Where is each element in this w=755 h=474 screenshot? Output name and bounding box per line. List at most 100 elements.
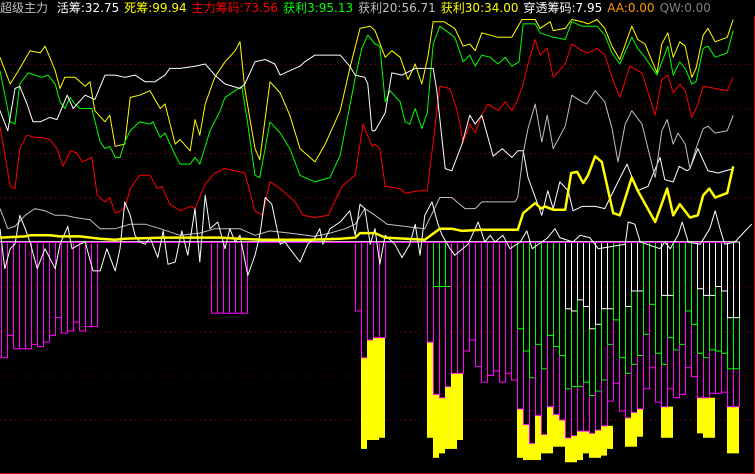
- bar-magenta: [211, 241, 218, 314]
- bar-white: [661, 241, 668, 296]
- legend-value: 73.56: [243, 1, 279, 15]
- bar-magenta: [481, 241, 488, 383]
- bar-green: [715, 241, 722, 352]
- bar-magenta: [679, 241, 686, 395]
- bar-green: [541, 241, 548, 370]
- bar-yellow-fill: [703, 397, 709, 438]
- bar-white: [607, 241, 614, 310]
- legend-item: 获利3:95.13: [283, 1, 353, 15]
- bar-white: [625, 241, 632, 308]
- legend-item: 死筹:99.94: [124, 1, 186, 15]
- bar-yellow-fill: [373, 337, 379, 441]
- bar-yellow-fill: [553, 414, 559, 447]
- bar-magenta: [25, 241, 32, 350]
- bar-white: [577, 241, 584, 301]
- bar-green: [559, 241, 566, 356]
- bar-green: [631, 241, 638, 365]
- bar-magenta: [733, 241, 740, 408]
- bar-yellow-fill: [577, 431, 583, 461]
- bar-magenta: [1, 241, 8, 359]
- bar-green: [709, 241, 716, 351]
- legend-label: AA:: [607, 1, 628, 15]
- legend-item: AA:0.00: [607, 1, 654, 15]
- bar-green: [565, 241, 572, 390]
- bar-magenta: [631, 241, 638, 413]
- bar-magenta: [667, 241, 674, 390]
- bar-magenta: [229, 241, 236, 314]
- bar-green: [661, 241, 668, 365]
- bar-magenta: [19, 241, 26, 350]
- bar-magenta: [433, 241, 440, 395]
- bar-magenta: [619, 241, 626, 412]
- bar-yellow-fill: [661, 406, 667, 438]
- bar-white: [715, 241, 722, 287]
- bar-green: [697, 241, 704, 354]
- bar-green: [589, 241, 596, 397]
- bar-green: [655, 241, 662, 354]
- bar-yellow-fill: [451, 373, 457, 449]
- bar-green: [601, 241, 608, 381]
- legend-label: 获利3:: [283, 1, 319, 15]
- legend-label: QW:: [659, 1, 685, 15]
- bar-magenta: [577, 241, 584, 432]
- series-line-获利20: [0, 90, 734, 237]
- bar-yellow-fill: [583, 431, 589, 454]
- bar-green: [571, 241, 578, 388]
- bar-magenta: [37, 241, 44, 348]
- bar-white: [721, 241, 728, 292]
- bar-magenta: [49, 241, 56, 336]
- bar-yellow-fill: [625, 417, 631, 447]
- bar-magenta: [475, 241, 482, 368]
- legend-item: QW:0.00: [660, 1, 711, 15]
- bar-magenta: [565, 241, 572, 439]
- bar-magenta: [607, 241, 614, 402]
- bar-magenta: [61, 241, 68, 334]
- legend-value: 0.00: [684, 1, 711, 15]
- bar-yellow-fill: [427, 342, 433, 438]
- bar-magenta: [511, 241, 518, 381]
- legend-label: 获利30:: [440, 1, 485, 15]
- bar-magenta: [553, 241, 560, 415]
- bar-magenta: [43, 241, 50, 343]
- bar-white: [565, 241, 572, 310]
- bar-magenta: [691, 241, 698, 378]
- bar-yellow-fill: [601, 425, 607, 456]
- bar-magenta: [637, 241, 644, 410]
- bar-green: [577, 241, 584, 388]
- bar-magenta: [661, 241, 668, 408]
- bar-green: [667, 241, 674, 339]
- legend-value: 99.94: [152, 1, 187, 15]
- bar-magenta: [529, 241, 536, 444]
- bar-white: [631, 241, 638, 292]
- bar-white: [601, 241, 608, 310]
- bar-magenta: [379, 241, 386, 339]
- legend-item: 主力筹码:73.56: [192, 1, 278, 15]
- bar-green: [691, 241, 698, 325]
- bar-white: [589, 241, 596, 330]
- bar-green: [643, 241, 650, 335]
- indicator-legend: 超级主力 活筹:32.75 死筹:99.94 主力筹码:73.56 获利3:95.13…: [0, 0, 716, 16]
- bar-magenta: [451, 241, 458, 374]
- bar-green: [685, 241, 692, 312]
- bar-magenta: [241, 241, 248, 314]
- bar-green: [523, 241, 530, 352]
- bar-green: [433, 241, 440, 287]
- bar-magenta: [91, 241, 98, 328]
- bar-magenta: [505, 241, 512, 374]
- bar-yellow-fill: [565, 437, 571, 463]
- bar-yellow-fill: [607, 425, 613, 449]
- series-line-死筹: [0, 19, 734, 163]
- bar-magenta: [361, 241, 368, 359]
- legend-item: 获利20:56.71: [358, 1, 436, 15]
- bar-yellow-fill: [457, 373, 463, 441]
- legend-value: 32.75: [84, 1, 120, 15]
- bar-white: [733, 241, 740, 319]
- bar-magenta: [583, 241, 590, 432]
- bar-magenta: [643, 241, 650, 390]
- bar-green: [547, 241, 554, 336]
- bar-green: [649, 241, 656, 305]
- bar-magenta: [697, 241, 704, 399]
- bar-yellow-fill: [517, 408, 523, 458]
- bar-magenta: [655, 241, 662, 403]
- bar-magenta: [613, 241, 620, 384]
